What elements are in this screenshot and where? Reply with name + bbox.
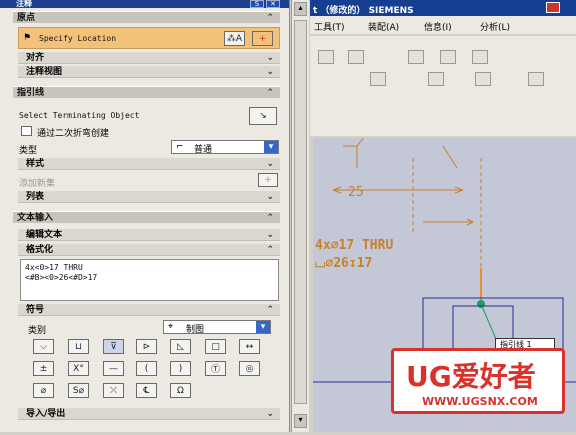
dialog-title-bar: 注释 xyxy=(0,0,289,8)
align-section[interactable]: 对齐 ⌄ xyxy=(18,52,280,64)
menu-info[interactable]: 信息(I) xyxy=(424,20,452,33)
right-paren-icon[interactable]: ) xyxy=(170,361,191,376)
square-icon[interactable]: □ xyxy=(205,339,226,354)
countersink-icon[interactable]: ⌵ xyxy=(33,339,54,354)
chevron-down-icon: ⌄ xyxy=(266,159,274,169)
type-label: 类型 xyxy=(19,146,38,156)
text-style-icon[interactable] xyxy=(475,72,491,86)
category-select-value: 制图 xyxy=(186,325,205,335)
chevron-down-icon: ⌄ xyxy=(266,192,274,202)
conical-taper-icon[interactable]: ⊳ xyxy=(136,339,157,354)
type-select-value: 普通 xyxy=(194,145,213,155)
add-new-set-label: 添加新集 xyxy=(19,179,56,189)
leader-header[interactable]: 指引线 ⌃ xyxy=(13,86,280,98)
slope-icon[interactable]: ◺ xyxy=(170,339,191,354)
spherical-diameter-icon[interactable]: S⌀ xyxy=(68,383,89,398)
text-input-header[interactable]: 文本输入 ⌃ xyxy=(13,211,280,223)
dropdown-arrow-icon: ▾ xyxy=(264,141,278,153)
concentric-icon[interactable]: ◎ xyxy=(239,361,260,376)
chevron-up-icon: ⌃ xyxy=(266,245,274,255)
style-section[interactable]: 样式 ⌄ xyxy=(18,158,280,170)
jog-checkbox[interactable] xyxy=(21,126,32,136)
chevron-up-icon: ⌃ xyxy=(266,305,274,315)
chevron-down-icon: ⌄ xyxy=(266,67,274,77)
callout-line-1[interactable]: 4x⌀17 THRU xyxy=(315,238,393,253)
counterbore-icon[interactable]: ⊔ xyxy=(68,339,89,354)
dialog-scrollbar[interactable]: ▴ ▾ xyxy=(291,0,309,432)
plus-minus-icon[interactable]: ± xyxy=(33,361,54,376)
scroll-up-icon[interactable]: ▴ xyxy=(294,2,307,16)
type-select[interactable]: ⌐ 普通 ▾ xyxy=(171,140,279,155)
watermark-badge: UG爱好者 WWW.UGSNX.COM xyxy=(391,348,565,414)
specify-location-row[interactable]: ⚑ Specify Location ⁂A + xyxy=(18,27,280,49)
annotation-dialog: 注释 S ✕ 原点 ⌃ ⚑ Specify Location ⁂A + 对齐 ⌄ 注… xyxy=(0,0,290,432)
degree-icon[interactable]: X° xyxy=(68,361,89,376)
toolbar-area xyxy=(310,36,576,136)
select-terminating-label: Select Terminating Object xyxy=(19,111,140,120)
shaded-view-icon[interactable] xyxy=(440,50,456,64)
left-paren-icon[interactable]: ( xyxy=(136,361,157,376)
select-terminating-icon[interactable]: ↘ xyxy=(249,107,277,125)
overline-icon[interactable]: — xyxy=(103,361,124,376)
list-section[interactable]: 列表 ⌄ xyxy=(18,191,280,203)
menu-bar: 工具(T) 装配(A) 信息(I) 分析(L) xyxy=(310,16,576,34)
scroll-thumb[interactable] xyxy=(294,20,307,404)
add-set-icon[interactable]: + xyxy=(258,173,278,187)
zoom-icon[interactable] xyxy=(472,50,488,64)
scroll-down-icon[interactable]: ▾ xyxy=(294,414,307,428)
arc-length-icon[interactable]: ⤫ xyxy=(103,383,124,398)
annotation-view-section[interactable]: 注释视图 ⌄ xyxy=(18,66,280,78)
fit-view-icon[interactable] xyxy=(408,50,424,64)
chevron-down-icon: ⌄ xyxy=(266,230,274,240)
import-export-section[interactable]: 导入/导出 ⌄ xyxy=(18,408,280,420)
category-select[interactable]: ⌖ 制图 ▾ xyxy=(163,320,271,335)
text-line-2: <#B><0>26<#D>17 xyxy=(25,273,98,282)
origin-header[interactable]: 原点 ⌃ xyxy=(13,11,280,23)
tangent-plane-icon[interactable]: Ⓣ xyxy=(205,361,226,376)
specify-location-label: Specify Location xyxy=(39,34,117,43)
centerline-icon[interactable]: ℄ xyxy=(136,383,157,398)
depth-icon[interactable]: ⊽ xyxy=(103,339,124,354)
jog-checkbox-label: 通过二次折弯创建 xyxy=(37,129,110,139)
chevron-up-icon: ⌃ xyxy=(266,213,274,223)
menu-analysis[interactable]: 分析(L) xyxy=(480,20,510,33)
app-title-bar: t （修改的） SIEMENS xyxy=(310,0,576,16)
annotation-placement-icon[interactable]: ⁂A xyxy=(224,31,245,46)
diameter-icon[interactable]: ⌀ xyxy=(33,383,54,398)
edit-text-section[interactable]: 编辑文本 ⌄ xyxy=(18,229,280,241)
dialog-title: 注释 xyxy=(16,0,32,8)
leader-type-icon: ⌐ xyxy=(176,142,184,152)
callout-line-2[interactable]: ⌴⌀26↧17 xyxy=(315,256,372,271)
app-close-icon[interactable] xyxy=(546,2,560,13)
flag-icon: ⚑ xyxy=(23,33,32,43)
menu-assembly[interactable]: 装配(A) xyxy=(368,20,399,33)
redo-icon[interactable] xyxy=(348,50,364,64)
dimension-25[interactable]: 25 xyxy=(348,185,364,200)
chevron-up-icon: ⌃ xyxy=(266,88,274,98)
target-icon[interactable] xyxy=(428,72,444,86)
undo-icon[interactable] xyxy=(318,50,334,64)
point-constructor-icon[interactable]: + xyxy=(252,31,273,46)
category-label: 类别 xyxy=(28,326,47,336)
menu-tools[interactable]: 工具(T) xyxy=(314,20,345,33)
ohm-icon[interactable]: Ω xyxy=(170,383,191,398)
chevron-down-icon: ⌄ xyxy=(266,53,274,63)
watermark-url: WWW.UGSNX.COM xyxy=(422,395,538,408)
drawing-canvas[interactable]: 25 4x⌀17 THRU ⌴⌀26↧17 指引线 1 UG爱好者 WWW.UG… xyxy=(313,127,576,432)
chevron-down-icon: ⌄ xyxy=(266,409,274,419)
chevron-up-icon: ⌃ xyxy=(266,13,274,23)
app-title: t （修改的） SIEMENS xyxy=(313,6,414,16)
text-line-1: 4x<0>17 THRU xyxy=(25,263,83,272)
all-around-icon[interactable]: ↔ xyxy=(239,339,260,354)
reset-icon[interactable]: S xyxy=(250,0,264,8)
watermark-title: UG爱好者 xyxy=(406,360,536,393)
text-editor[interactable]: 4x<0>17 THRU <#B><0>26<#D>17 xyxy=(20,259,279,301)
drafting-icon: ⌖ xyxy=(168,322,174,332)
symbol-section[interactable]: 符号 ⌃ xyxy=(18,304,280,316)
layers-icon[interactable] xyxy=(528,72,544,86)
dropdown-arrow-icon: ▾ xyxy=(256,321,270,333)
format-section[interactable]: 格式化 ⌃ xyxy=(18,244,280,256)
text-annotation-icon[interactable] xyxy=(370,72,386,86)
close-icon[interactable]: ✕ xyxy=(266,0,280,8)
